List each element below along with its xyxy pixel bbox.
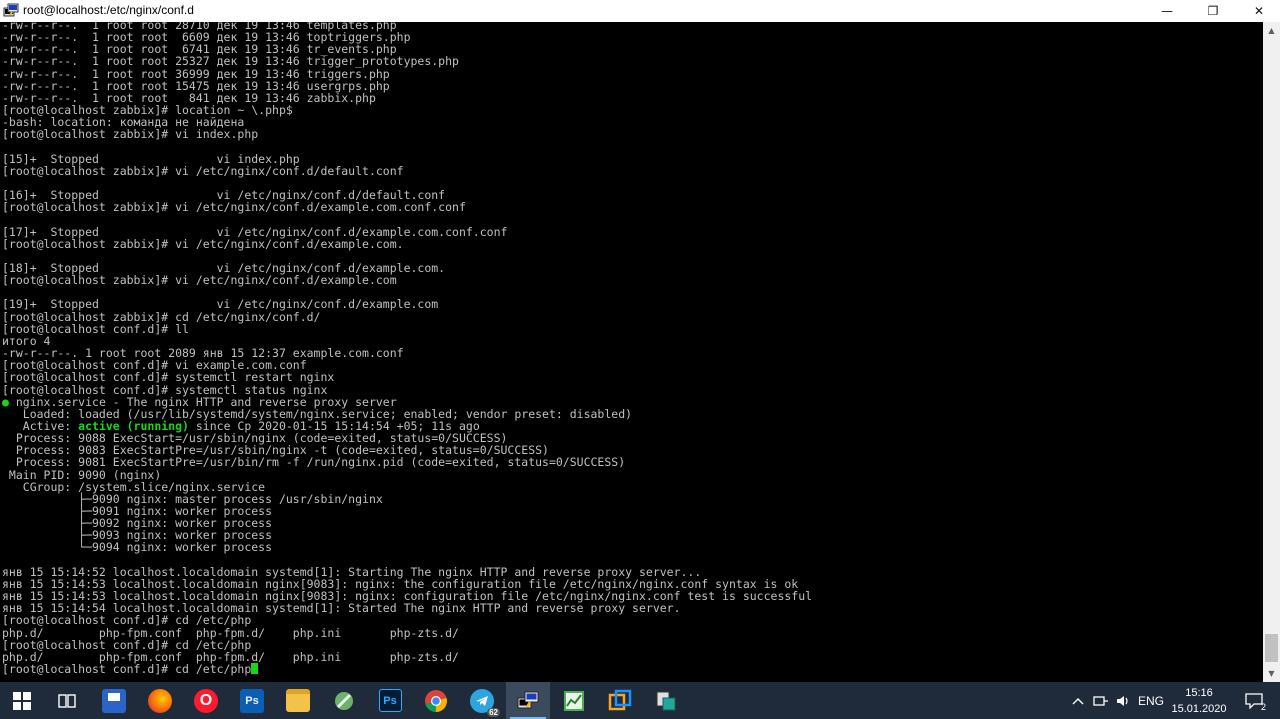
- terminal-line: Main PID: 9090 (nginx): [2, 467, 162, 482]
- terminal-line: [root@localhost zabbix]# cd /etc/nginx/c…: [2, 309, 321, 324]
- telegram-icon: 62: [470, 688, 500, 717]
- terminal-output[interactable]: -rw-r--r--. 1 root root 28710 дек 19 13:…: [0, 22, 1263, 682]
- terminal-line: [17]+ Stopped vi /etc/nginx/conf.d/examp…: [2, 224, 508, 239]
- telegram-unread-badge: 62: [487, 707, 500, 717]
- action-center-button[interactable]: 2: [1236, 682, 1272, 719]
- terminal-line: [root@localhost conf.d]# ll: [2, 321, 189, 336]
- terminal-line: [root@localhost zabbix]# vi /etc/nginx/c…: [2, 273, 397, 288]
- orange-window-app-icon: [608, 689, 632, 710]
- start-button[interactable]: [0, 682, 44, 719]
- chart-app-icon: [564, 690, 584, 711]
- text-cursor: [251, 662, 259, 674]
- terminal-line: php.d/ php-fpm.conf php-fpm.d/ php.ini p…: [2, 625, 459, 640]
- close-button[interactable]: ✕: [1236, 0, 1280, 22]
- file-explorer-icon: [286, 689, 310, 712]
- terminal-line: -rw-r--r--. 1 root root 36999 дек 19 13:…: [2, 66, 390, 81]
- taskbar: O Ps Ps 62 ENG 15:16 15.01.2020 2: [0, 682, 1280, 719]
- taskbar-app-photoshop-2[interactable]: Ps: [368, 682, 412, 719]
- scroll-up-arrow-icon[interactable]: ▲: [1263, 22, 1280, 39]
- clock-date: 15.01.2020: [1171, 703, 1227, 715]
- taskbar-app-teal[interactable]: [644, 682, 688, 719]
- taskbar-app-firefox[interactable]: [138, 682, 182, 719]
- terminal-line: Process: 9081 ExecStartPre=/usr/bin/rm -…: [2, 455, 626, 470]
- photoshop-dark-icon: Ps: [378, 689, 402, 712]
- terminal-line: [root@localhost conf.d]# systemctl resta…: [2, 370, 335, 385]
- taskbar-app-telegram[interactable]: 62: [460, 682, 504, 719]
- volume-icon[interactable]: [1112, 682, 1134, 719]
- terminal-line: [root@localhost zabbix]# vi /etc/nginx/c…: [2, 236, 404, 251]
- taskbar-app-tool[interactable]: [322, 682, 366, 719]
- prompt-text: [root@localhost conf.d]# cd /etc/php: [2, 661, 252, 676]
- taskbar-app-explorer[interactable]: [276, 682, 320, 719]
- window-title: root@localhost:/etc/nginx/conf.d: [23, 3, 194, 17]
- taskbar-app-save[interactable]: [92, 682, 136, 719]
- teal-app-icon: [656, 691, 676, 710]
- window-title-bar: root@localhost:/etc/nginx/conf.d — ❐ ✕: [0, 0, 1280, 23]
- terminal-line: [root@localhost conf.d]# cd /etc/php: [2, 637, 252, 652]
- terminal-line: -rw-r--r--. 1 root root 15475 дек 19 13:…: [2, 78, 390, 93]
- taskbar-app-putty[interactable]: [506, 682, 550, 719]
- task-view-button[interactable]: [45, 682, 89, 719]
- taskbar-app-chart[interactable]: [552, 682, 596, 719]
- tool-app-icon: [335, 691, 353, 710]
- taskbar-app-chrome[interactable]: [414, 682, 458, 719]
- restore-icon: ❐: [1207, 4, 1219, 18]
- chrome-icon: [425, 689, 447, 712]
- scroll-down-arrow-icon[interactable]: ▼: [1263, 665, 1280, 682]
- photoshop-icon: Ps: [240, 688, 264, 713]
- floppy-disk-app-icon: [102, 688, 126, 713]
- scroll-thumb[interactable]: [1265, 634, 1278, 662]
- terminal-line: └─9094 nginx: worker process: [2, 540, 273, 555]
- notification-count: 2: [1260, 702, 1266, 712]
- vertical-scrollbar[interactable]: ▲ ▼: [1263, 22, 1280, 682]
- current-prompt-line: [root@localhost conf.d]# cd /etc/php: [2, 661, 259, 676]
- putty-window-icon: [3, 3, 19, 17]
- clock-time: 15:16: [1185, 687, 1213, 699]
- windows-start-icon: [13, 691, 31, 710]
- minimize-icon: —: [1161, 4, 1173, 18]
- terminal-line: [19]+ Stopped vi /etc/nginx/conf.d/examp…: [2, 297, 439, 312]
- network-icon[interactable]: [1090, 682, 1112, 719]
- system-clock[interactable]: 15:16 15.01.2020: [1160, 685, 1238, 717]
- terminal-line: -rw-r--r--. 1 root root 25327 дек 19 13:…: [2, 54, 459, 69]
- terminal-line: CGroup: /system.slice/nginx.service: [2, 479, 266, 494]
- taskbar-app-opera[interactable]: O: [184, 682, 228, 719]
- minimize-button[interactable]: —: [1144, 0, 1190, 22]
- opera-icon: O: [194, 688, 218, 713]
- terminal-line: [root@localhost zabbix]# vi /etc/nginx/c…: [2, 163, 404, 178]
- putty-icon: [517, 691, 539, 708]
- terminal-line: [root@localhost zabbix]# vi /etc/nginx/c…: [2, 200, 466, 215]
- terminal-line: [15]+ Stopped vi index.php: [2, 151, 300, 166]
- nginx-service-line: ● nginx.service - The nginx HTTP and rev…: [2, 396, 397, 408]
- terminal-line: [root@localhost zabbix]# vi index.php: [2, 127, 259, 142]
- terminal-line: янв 15 15:14:52 localhost.localdomain sy…: [2, 564, 702, 579]
- task-view-icon: [58, 693, 76, 708]
- close-icon: ✕: [1253, 4, 1265, 18]
- maximize-button[interactable]: ❐: [1190, 0, 1236, 22]
- tray-overflow-chevron-icon[interactable]: [1068, 682, 1088, 719]
- taskbar-app-photoshop[interactable]: Ps: [230, 682, 274, 719]
- taskbar-app-orange-window[interactable]: [598, 682, 642, 719]
- terminal-line: [root@localhost conf.d]# cd /etc/php: [2, 613, 252, 628]
- firefox-icon: [148, 688, 172, 713]
